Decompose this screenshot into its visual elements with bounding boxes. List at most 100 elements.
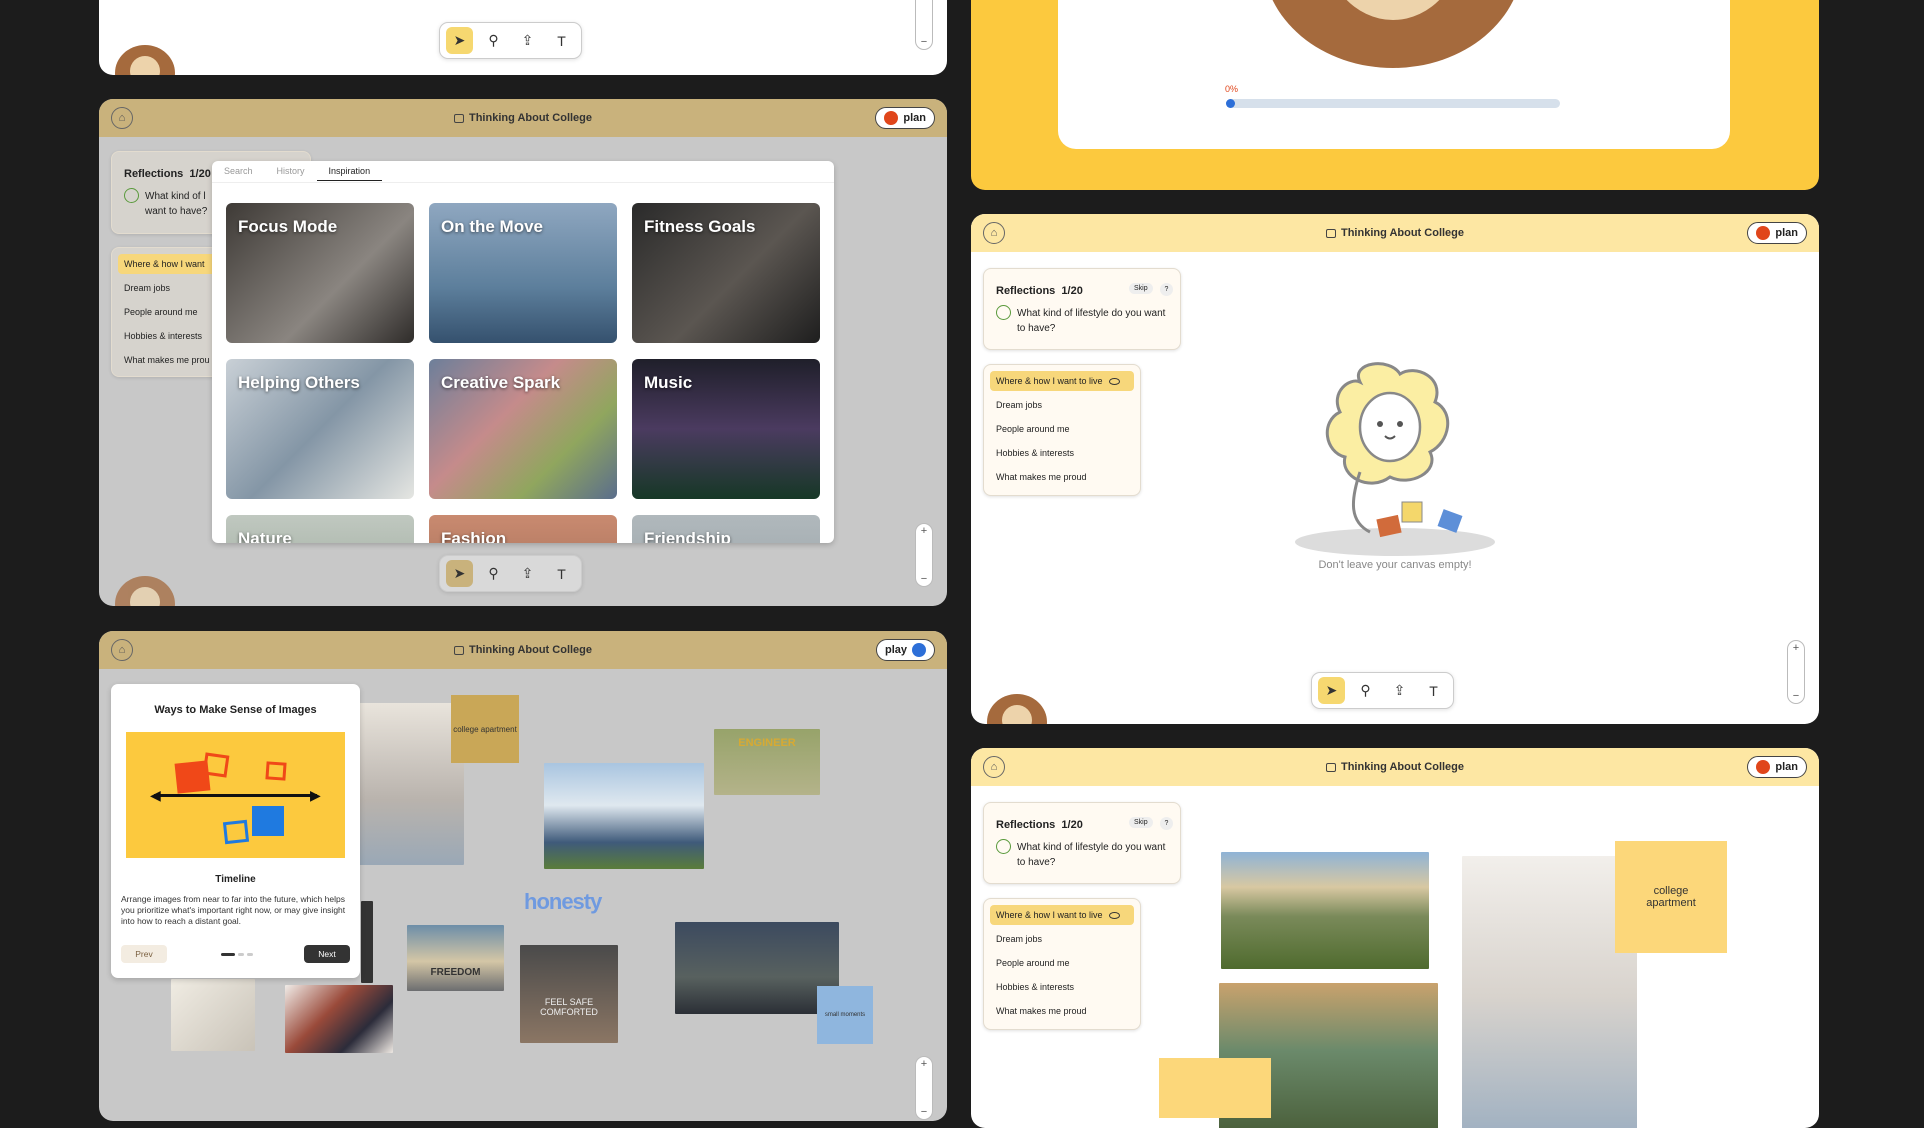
text-icon[interactable]: T xyxy=(548,560,575,587)
pointer-icon[interactable]: ➤ xyxy=(1318,677,1345,704)
topic-item[interactable]: What makes me prou xyxy=(118,350,224,370)
upload-icon[interactable]: ⇪ xyxy=(1386,677,1413,704)
topic-item-active[interactable]: Where & how I want to live xyxy=(990,371,1134,391)
screen-3: ⌂ Thinking About College plan Reflection… xyxy=(99,99,947,606)
screen-1: ➤ ⚲ ⇪ T +− xyxy=(99,0,947,75)
sticky-note[interactable]: small moments xyxy=(817,986,873,1044)
image-crafts[interactable] xyxy=(171,979,255,1051)
header: ⌂ Thinking About College plan xyxy=(971,748,1819,786)
topic-item[interactable]: Hobbies & interests xyxy=(990,443,1134,463)
zoom-control[interactable]: +− xyxy=(1787,640,1805,704)
image-wind-solar[interactable] xyxy=(544,763,704,869)
header: ⌂ Thinking About College plan xyxy=(99,99,947,137)
topic-item[interactable]: Hobbies & interests xyxy=(118,326,224,346)
screen-5: ⌂ Thinking About College plan Reflection… xyxy=(971,214,1819,724)
header: ⌂ Thinking About College plan xyxy=(971,214,1819,252)
prev-button[interactable]: Prev xyxy=(121,945,167,963)
image-apartment[interactable] xyxy=(1462,856,1637,1128)
topic-item[interactable]: Where & how I want xyxy=(118,254,224,274)
home-icon[interactable]: ⌂ xyxy=(983,756,1005,778)
home-icon[interactable]: ⌂ xyxy=(111,107,133,129)
lion-mascot xyxy=(115,41,175,75)
inspiration-card[interactable]: Fashion xyxy=(429,515,617,543)
progress-label: 0% xyxy=(1225,84,1239,94)
topic-item[interactable]: Hobbies & interests xyxy=(990,977,1134,997)
tab-history[interactable]: History xyxy=(265,161,317,181)
topic-item[interactable]: Dream jobs xyxy=(118,278,224,298)
text-icon[interactable]: T xyxy=(1420,677,1447,704)
topic-item[interactable]: People around me xyxy=(990,419,1134,439)
topic-list: Where & how I want to live Dream jobs Pe… xyxy=(983,898,1141,1030)
image-friends[interactable] xyxy=(285,985,393,1053)
mode-toggle[interactable]: plan xyxy=(1747,756,1807,778)
page-title: Thinking About College xyxy=(453,644,592,656)
image-room[interactable] xyxy=(359,703,464,865)
mode-toggle[interactable]: play xyxy=(875,639,935,661)
inspiration-card[interactable]: Friendship xyxy=(632,515,820,543)
help-icon[interactable]: ? xyxy=(1160,283,1173,296)
search-icon[interactable]: ⚲ xyxy=(480,560,507,587)
topic-list: Where & how I want to live Dream jobs Pe… xyxy=(983,364,1141,496)
inspiration-card[interactable]: Helping Others xyxy=(226,359,414,499)
topic-item-active[interactable]: Where & how I want to live xyxy=(990,905,1134,925)
mode-toggle[interactable]: plan xyxy=(875,107,935,129)
home-icon[interactable]: ⌂ xyxy=(111,639,133,661)
inspiration-card[interactable]: Creative Spark xyxy=(429,359,617,499)
image-dark[interactable] xyxy=(361,901,373,983)
guide-title: Ways to Make Sense of Images xyxy=(154,704,317,716)
reflections-card: Reflections 1/20 Skip ? What kind of lif… xyxy=(983,268,1181,350)
sticky-note[interactable] xyxy=(1159,1058,1271,1118)
sticky-note[interactable]: college apartment xyxy=(1615,841,1727,953)
toolbar: ➤ ⚲ ⇪ T xyxy=(439,22,582,59)
toolbar: ➤ ⚲ ⇪ T xyxy=(1311,672,1454,709)
next-button[interactable]: Next xyxy=(304,945,350,963)
inspiration-card[interactable]: Fitness Goals xyxy=(632,203,820,343)
empty-canvas-message: Don't leave your canvas empty! xyxy=(1318,559,1472,571)
topic-item[interactable]: Dream jobs xyxy=(990,929,1134,949)
screen-6: ⌂ Thinking About College plan Reflection… xyxy=(971,748,1819,1128)
progress-bar xyxy=(1226,99,1560,108)
inspiration-card[interactable]: Music xyxy=(632,359,820,499)
tab-search[interactable]: Search xyxy=(212,161,265,181)
text-icon[interactable]: T xyxy=(548,27,575,54)
page-title: Thinking About College xyxy=(1325,761,1464,773)
zoom-control[interactable]: +− xyxy=(915,523,933,587)
toolbar: ➤ ⚲ ⇪ T xyxy=(439,555,582,592)
image-vineyard[interactable] xyxy=(1221,852,1429,969)
eye-icon[interactable] xyxy=(1108,377,1120,385)
topic-item[interactable]: People around me xyxy=(118,302,224,322)
mode-toggle[interactable]: plan xyxy=(1747,222,1807,244)
skip-button[interactable]: Skip xyxy=(1129,817,1153,828)
home-icon[interactable]: ⌂ xyxy=(983,222,1005,244)
image-honesty: honesty xyxy=(524,889,602,914)
topic-item[interactable]: People around me xyxy=(990,953,1134,973)
inspiration-card[interactable]: On the Move xyxy=(429,203,617,343)
pointer-icon[interactable]: ➤ xyxy=(446,27,473,54)
help-icon[interactable]: ? xyxy=(1160,817,1173,830)
guide-subtitle: Timeline xyxy=(215,874,256,885)
image-graduation[interactable] xyxy=(675,922,839,1014)
topic-item[interactable]: What makes me proud xyxy=(990,1001,1134,1021)
topic-item[interactable]: What makes me proud xyxy=(990,467,1134,487)
header: ⌂ Thinking About College play xyxy=(99,631,947,669)
inspiration-card[interactable]: Focus Mode xyxy=(226,203,414,343)
image-engineer[interactable]: ENGINEER xyxy=(714,729,820,795)
screen-4: ⌂ Thinking About College play college ap… xyxy=(99,631,947,1121)
zoom-control[interactable]: +− xyxy=(915,1056,933,1120)
topic-item[interactable]: Dream jobs xyxy=(990,395,1134,415)
inspiration-card[interactable]: Nature xyxy=(226,515,414,543)
image-freedom[interactable]: FREEDOM xyxy=(407,925,504,991)
tab-inspiration[interactable]: Inspiration xyxy=(316,161,383,181)
pointer-icon[interactable]: ➤ xyxy=(446,560,473,587)
sticky-note[interactable]: college apartment xyxy=(451,695,519,763)
image-hands[interactable]: FEEL SAFE COMFORTED xyxy=(520,945,618,1043)
zoom-control[interactable]: +− xyxy=(915,0,933,50)
skip-button[interactable]: Skip xyxy=(1129,283,1153,294)
eye-icon[interactable] xyxy=(1108,911,1120,919)
guide-body: Arrange images from near to far into the… xyxy=(121,894,346,927)
screen-2: 0% xyxy=(971,0,1819,190)
search-icon[interactable]: ⚲ xyxy=(480,27,507,54)
upload-icon[interactable]: ⇪ xyxy=(514,560,541,587)
upload-icon[interactable]: ⇪ xyxy=(514,27,541,54)
search-icon[interactable]: ⚲ xyxy=(1352,677,1379,704)
